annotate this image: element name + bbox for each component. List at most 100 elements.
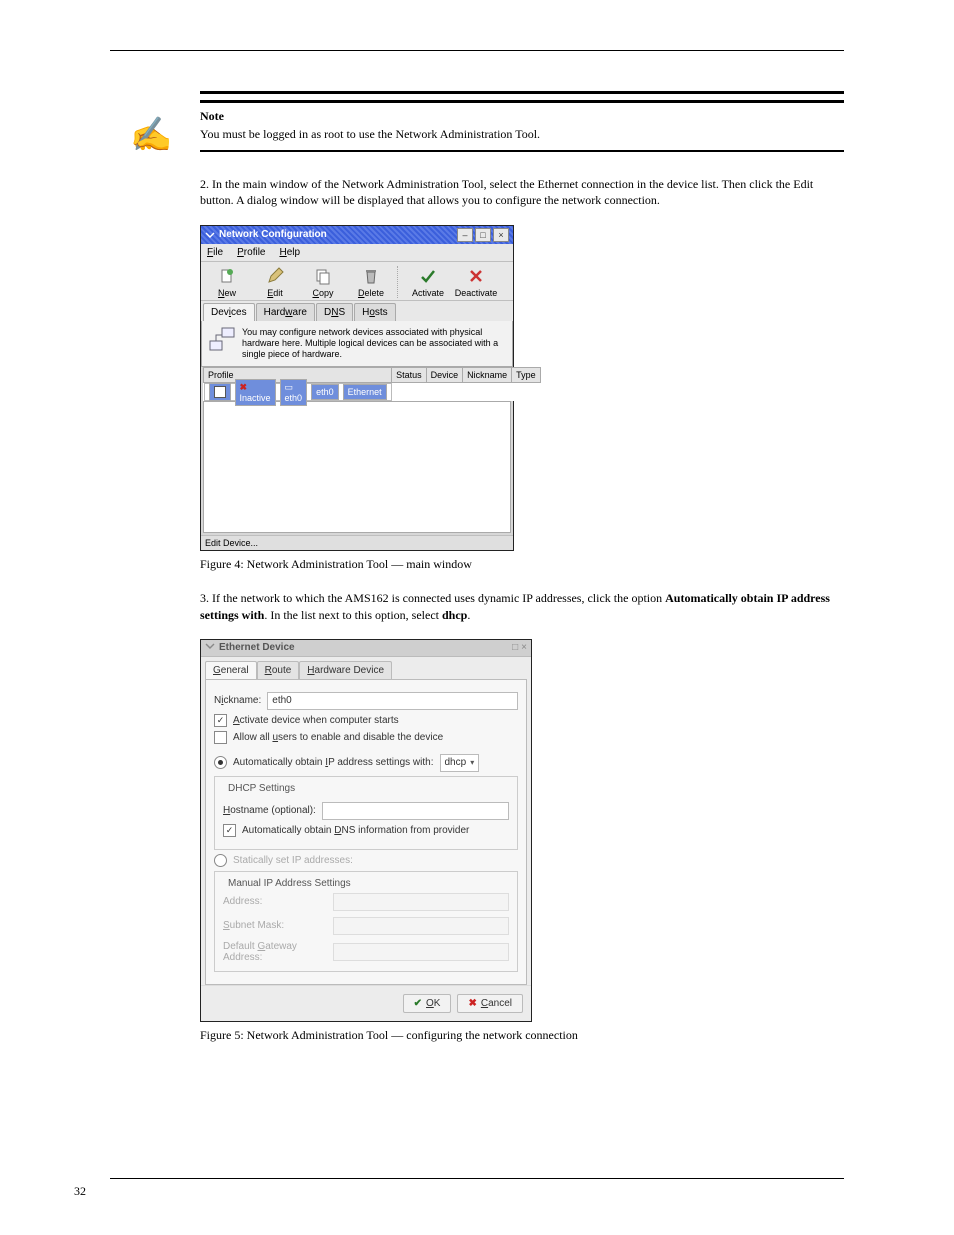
network-devices-icon xyxy=(208,327,236,353)
manual-ip-group: Manual IP Address Settings Address: Subn… xyxy=(214,871,518,972)
close-icon[interactable]: × xyxy=(493,228,509,242)
minimize-icon[interactable]: – xyxy=(457,228,473,242)
auto-ip-method-value: dhcp xyxy=(445,757,467,768)
note-label: Note xyxy=(200,109,844,124)
titlebar: Ethernet Device □ × xyxy=(201,640,531,657)
profile-checkbox[interactable]: ✓ xyxy=(214,386,226,398)
cancel-button[interactable]: ✖ Cancel xyxy=(457,994,523,1013)
toolbar-delete[interactable]: Delete xyxy=(347,266,395,298)
figure-ethernet-device-dialog: Ethernet Device □ × General Route Hardwa… xyxy=(200,639,532,1022)
maximize-icon[interactable]: □ xyxy=(475,228,491,242)
toolbar-copy[interactable]: Copy xyxy=(299,266,347,298)
header-rule xyxy=(110,50,844,51)
nickname-cell: eth0 xyxy=(311,384,339,400)
new-icon xyxy=(217,266,237,286)
gateway-field xyxy=(333,943,509,961)
button-bar: ✔ OK ✖ Cancel xyxy=(201,985,531,1021)
pencil-icon xyxy=(265,266,285,286)
table-row[interactable]: ✓ ✖ Inactive ▭ eth0 eth0 Ethernet xyxy=(204,383,392,401)
hostname-label: Hostname (optional): xyxy=(223,805,316,816)
tab-route[interactable]: Route xyxy=(257,661,300,679)
note-block: Note You must be logged in as root to us… xyxy=(200,91,844,152)
subnet-mask-field xyxy=(333,917,509,935)
auto-ip-method-select[interactable]: dhcp ▾ xyxy=(440,754,480,772)
nic-icon: ▭ xyxy=(285,382,294,392)
auto-dns-checkbox[interactable]: ✓ xyxy=(223,824,236,837)
statusbar: Edit Device... xyxy=(201,535,513,550)
toolbar-separator xyxy=(397,266,402,298)
static-ip-radio[interactable] xyxy=(214,854,227,867)
x-icon: ✖ xyxy=(468,998,476,1009)
window-title: Network Configuration xyxy=(219,229,327,240)
auto-ip-label: Automatically obtain IP address settings… xyxy=(233,757,434,768)
static-ip-label: Statically set IP addresses: xyxy=(233,855,353,866)
figure-network-config-window: Network Configuration – □ × File Profile… xyxy=(200,225,514,552)
step-3-text: If the network to which the AMS162 is co… xyxy=(200,591,830,621)
step-3: 3. If the network to which the AMS162 is… xyxy=(200,590,844,622)
menubar: File Profile Help xyxy=(201,244,513,262)
window-title: Ethernet Device xyxy=(219,642,295,653)
menu-help[interactable]: Help xyxy=(279,247,300,258)
hostname-field[interactable] xyxy=(322,802,509,820)
tab-devices[interactable]: Devices xyxy=(203,303,255,321)
subnet-mask-label: Subnet Mask: xyxy=(223,920,333,931)
address-label: Address: xyxy=(223,896,333,907)
activate-on-start-label: Activate device when computer starts xyxy=(233,715,399,726)
tab-hardware-device[interactable]: Hardware Device xyxy=(299,661,392,679)
info-text: You may configure network devices associ… xyxy=(242,327,506,361)
menu-file[interactable]: File xyxy=(207,247,223,258)
menu-profile[interactable]: Profile xyxy=(237,247,265,258)
note-text: You must be logged in as root to use the… xyxy=(200,126,844,142)
chevron-down-icon: ▾ xyxy=(470,758,474,767)
allow-users-checkbox[interactable] xyxy=(214,731,227,744)
toolbar-edit[interactable]: Edit xyxy=(251,266,299,298)
toolbar-activate[interactable]: Activate xyxy=(404,266,452,298)
footer-rule xyxy=(110,1178,844,1179)
toolbar-new[interactable]: New xyxy=(203,266,251,298)
window-menu-icon[interactable] xyxy=(205,641,215,654)
inactive-icon: ✖ xyxy=(240,382,248,392)
info-panel: You may configure network devices associ… xyxy=(201,321,513,368)
manual-ip-legend: Manual IP Address Settings xyxy=(225,878,354,889)
auto-ip-radio[interactable] xyxy=(214,756,227,769)
page-number: 32 xyxy=(74,1184,86,1199)
tab-hardware[interactable]: Hardware xyxy=(256,303,315,321)
tabbar: Devices Hardware DNS Hosts xyxy=(201,301,513,321)
col-device[interactable]: Device xyxy=(426,368,463,383)
tab-hosts[interactable]: Hosts xyxy=(354,303,396,321)
x-icon xyxy=(466,266,486,286)
titlebar: Network Configuration – □ × xyxy=(201,226,513,244)
close-icon[interactable]: × xyxy=(521,642,527,653)
step-2-text: In the main window of the Network Admini… xyxy=(200,177,813,207)
ok-button[interactable]: ✔ OK xyxy=(403,994,452,1013)
check-icon: ✔ xyxy=(414,998,422,1009)
copy-icon xyxy=(313,266,333,286)
handwriting-icon: ✍ xyxy=(130,115,172,155)
type-cell: Ethernet xyxy=(343,384,387,400)
check-icon xyxy=(418,266,438,286)
tab-general[interactable]: General xyxy=(205,661,257,679)
activate-on-start-checkbox[interactable]: ✓ xyxy=(214,714,227,727)
step-2: 2. In the main window of the Network Adm… xyxy=(200,176,844,208)
toolbar: New Edit Copy Delete Activate Deactiva xyxy=(201,262,513,301)
status-cell: Inactive xyxy=(240,393,271,403)
step-3-number: 3. xyxy=(200,591,209,605)
tabbar: General Route Hardware Device xyxy=(201,657,531,679)
general-panel: Nickname: eth0 ✓ Activate device when co… xyxy=(205,679,527,985)
col-type[interactable]: Type xyxy=(512,368,541,383)
step-2-number: 2. xyxy=(200,177,209,191)
tab-dns[interactable]: DNS xyxy=(316,303,353,321)
nickname-field[interactable]: eth0 xyxy=(267,692,518,710)
figure-2-caption: Figure 5: Network Administration Tool — … xyxy=(200,1028,844,1043)
maximize-icon[interactable]: □ xyxy=(512,642,518,653)
figure-1-caption: Figure 4: Network Administration Tool — … xyxy=(200,557,844,572)
window-menu-icon[interactable] xyxy=(205,230,215,240)
trash-icon xyxy=(361,266,381,286)
col-nickname[interactable]: Nickname xyxy=(463,368,512,383)
table-empty-area xyxy=(203,401,511,533)
nickname-value: eth0 xyxy=(272,695,291,706)
auto-dns-label: Automatically obtain DNS information fro… xyxy=(242,825,469,836)
col-status[interactable]: Status xyxy=(392,368,427,383)
gateway-label: Default Gateway Address: xyxy=(223,941,333,963)
toolbar-deactivate[interactable]: Deactivate xyxy=(452,266,500,298)
